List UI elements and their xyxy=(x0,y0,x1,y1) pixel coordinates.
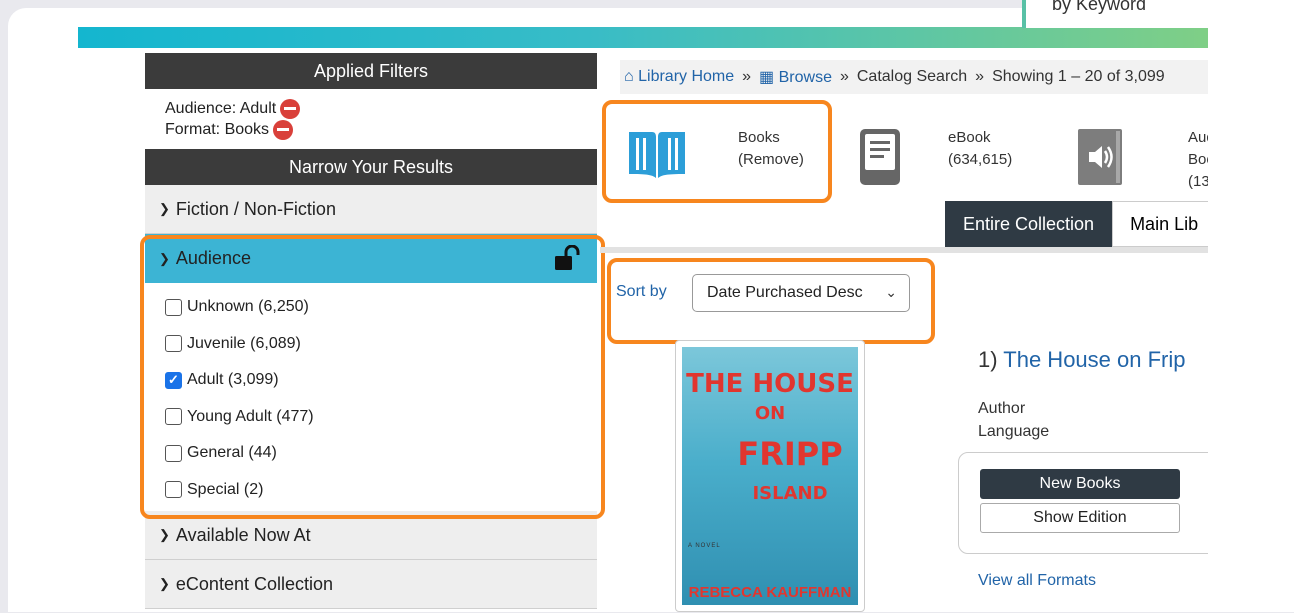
facet-label: Fiction / Non-Fiction xyxy=(175,198,336,219)
narrow-results-header: Narrow Your Results xyxy=(145,149,597,185)
remove-filter-icon[interactable] xyxy=(273,119,294,140)
facet-label: Available Now At xyxy=(175,524,311,545)
tabs-divider xyxy=(600,247,1208,253)
result-number: 1) xyxy=(978,347,998,372)
collection-tabs: Entire Collection Main Lib xyxy=(945,201,1217,247)
view-all-formats-link[interactable]: View all Formats xyxy=(978,572,1096,590)
home-label: Library Home xyxy=(638,68,735,85)
applied-filters-header: Applied Filters xyxy=(145,53,597,89)
viewport-edge xyxy=(1208,0,1294,612)
chevron-right-icon: ❯ xyxy=(159,201,170,216)
tab-main-library[interactable]: Main Lib xyxy=(1112,201,1217,247)
cover-novel: A NOVEL xyxy=(688,543,721,549)
facet-label: eContent Collection xyxy=(175,573,334,594)
cover-author: REBECCA KAUFFMAN xyxy=(688,584,852,601)
filter-label: Audience: Adult xyxy=(165,99,277,117)
breadcrumb: ⌂ Library Home » ▦ Browse » Catalog Sear… xyxy=(620,60,1208,94)
facet-fiction-nonfiction[interactable]: ❯ Fiction / Non-Fiction xyxy=(145,185,597,234)
browse-label: Browse xyxy=(778,69,832,86)
site-banner xyxy=(78,27,1208,48)
cover-title-line: FRIPP xyxy=(737,435,843,473)
remove-filter-icon[interactable] xyxy=(280,98,301,119)
cover-title-line: THE HOUSE xyxy=(686,369,854,399)
applied-filter-format: Format: Books xyxy=(165,119,597,140)
breadcrumb-browse[interactable]: ▦ Browse xyxy=(759,67,832,87)
book-cover[interactable]: THE HOUSE ON FRIPP ISLAND A NOVEL REBECC… xyxy=(675,340,865,612)
language-label: Language xyxy=(978,423,1050,440)
results-count: Showing 1 – 20 of 3,099 xyxy=(992,68,1165,85)
chevron-right-icon: ❯ xyxy=(159,527,170,542)
sort-highlight xyxy=(607,258,935,344)
cover-title-line: ISLAND xyxy=(752,483,828,504)
result-title-link[interactable]: The House on Frip xyxy=(1003,347,1185,372)
keyword-search-box[interactable]: by Keyword xyxy=(1022,0,1208,28)
cover-title-line: ON xyxy=(754,403,786,424)
author-label: Author xyxy=(978,400,1026,417)
format-name: eBook xyxy=(948,129,991,146)
books-format-highlight xyxy=(602,100,832,203)
tab-entire-collection[interactable]: Entire Collection xyxy=(945,201,1113,247)
breadcrumb-separator: » xyxy=(839,68,849,85)
breadcrumb-separator: » xyxy=(742,68,752,85)
audience-highlight xyxy=(140,235,605,519)
breadcrumb-separator: » xyxy=(975,68,985,85)
show-edition-button[interactable]: Show Edition xyxy=(980,503,1180,533)
cover-image: THE HOUSE ON FRIPP ISLAND A NOVEL REBECC… xyxy=(682,347,858,605)
facet-econtent-collection[interactable]: ❯ eContent Collection xyxy=(145,560,597,609)
chevron-right-icon: ❯ xyxy=(159,576,170,591)
applied-filters-list: Audience: Adult Format: Books xyxy=(145,89,597,149)
result-title: 1) The House on Frip xyxy=(978,347,1185,373)
breadcrumb-catalog: Catalog Search xyxy=(856,68,968,85)
applied-filter-audience: Audience: Adult xyxy=(165,98,597,119)
keyword-label: by Keyword xyxy=(1052,0,1147,14)
result-actions: New Books Show Edition xyxy=(958,452,1218,554)
format-count: (634,615) xyxy=(948,151,1013,168)
ebook-icon[interactable] xyxy=(858,127,902,187)
filter-label: Format: Books xyxy=(165,120,270,138)
audiobook-icon[interactable] xyxy=(1076,127,1124,187)
format-ebook-label[interactable]: eBook (634,615) xyxy=(948,127,1012,171)
breadcrumb-home[interactable]: ⌂ Library Home xyxy=(624,68,734,86)
new-books-button[interactable]: New Books xyxy=(980,469,1180,499)
